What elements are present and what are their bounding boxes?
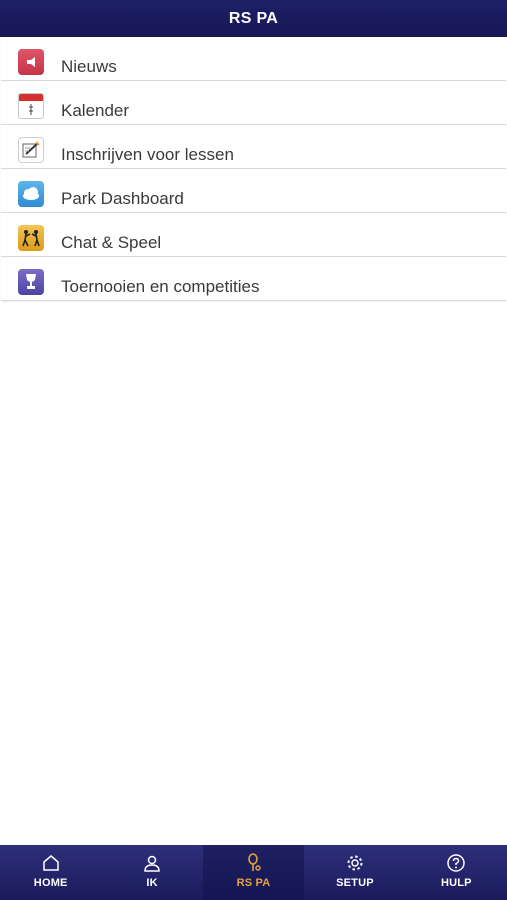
menu-item-kalender[interactable]: Kalender xyxy=(1,81,506,125)
menu-list: Nieuws Kalender Inschrijven voor lessen xyxy=(0,37,507,301)
menu-item-label: Toernooien en competities xyxy=(61,277,260,296)
tab-label: SETUP xyxy=(336,877,374,889)
tab-rs-pa[interactable]: RS PA xyxy=(202,845,305,900)
calendar-icon xyxy=(18,93,44,119)
menu-item-inschrijven[interactable]: Inschrijven voor lessen xyxy=(1,125,506,169)
gear-icon xyxy=(344,852,366,874)
tab-ik[interactable]: IK xyxy=(101,845,202,900)
tab-label: RS PA xyxy=(236,877,271,889)
weather-icon xyxy=(18,181,44,207)
menu-item-toernooien[interactable]: Toernooien en competities xyxy=(1,257,506,301)
menu-item-label: Chat & Speel xyxy=(61,233,162,252)
tab-home[interactable]: HOME xyxy=(0,845,101,900)
tab-setup[interactable]: SETUP xyxy=(304,845,405,900)
menu-item-park-dashboard[interactable]: Park Dashboard xyxy=(1,169,506,213)
menu-item-chat-speel[interactable]: Chat & Speel xyxy=(1,213,506,257)
menu-item-label: Kalender xyxy=(61,101,130,120)
home-icon xyxy=(40,852,62,874)
app-header: RS PA xyxy=(0,0,507,37)
user-icon xyxy=(141,852,163,874)
tab-label: IK xyxy=(146,877,158,889)
menu-item-label: Park Dashboard xyxy=(61,189,184,208)
megaphone-icon xyxy=(18,49,44,75)
players-icon xyxy=(18,225,44,251)
bottom-tab-bar: HOME IK RS PA SETUP HULP xyxy=(0,845,507,900)
menu-item-label: Nieuws xyxy=(61,57,117,76)
tab-label: HULP xyxy=(440,877,472,889)
racket-icon xyxy=(243,852,265,874)
tab-hulp[interactable]: HULP xyxy=(406,845,507,900)
menu-item-label: Inschrijven voor lessen xyxy=(61,145,234,164)
help-icon xyxy=(445,852,467,874)
signup-icon xyxy=(18,137,44,163)
trophy-icon xyxy=(18,269,44,295)
tab-label: HOME xyxy=(33,877,68,889)
menu-item-nieuws[interactable]: Nieuws xyxy=(1,37,506,81)
page-title: RS PA xyxy=(228,9,279,27)
